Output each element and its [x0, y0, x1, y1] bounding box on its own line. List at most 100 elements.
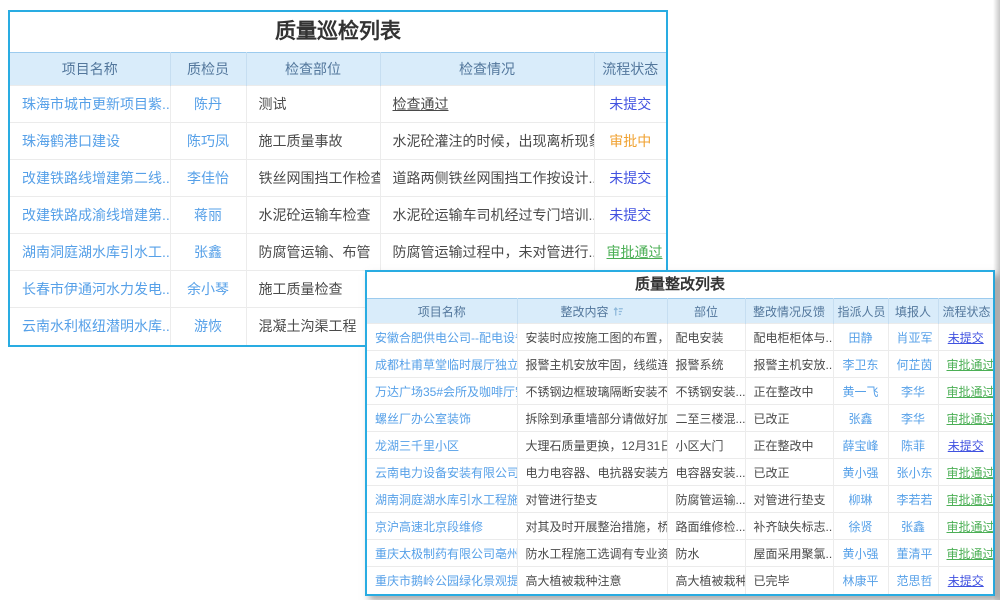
person-link[interactable]: 李卫东 — [842, 358, 878, 372]
cell-part: 不锈钢安装... — [667, 378, 745, 405]
column-header-inspector: 质检员 — [170, 53, 246, 86]
cell-situation: 水泥砼灌注的时候，出现离析现象 — [380, 123, 594, 160]
cell-assignee: 黄一飞 — [833, 378, 888, 405]
cell-project: 湖南洞庭湖水库引水工... — [10, 234, 170, 271]
project-link[interactable]: 长春市伊通河水力发电... — [22, 281, 170, 297]
status-link[interactable]: 审批通过 — [947, 493, 994, 507]
status-link[interactable]: 未提交 — [609, 170, 651, 186]
project-link[interactable]: 云南水利枢纽潜明水库... — [22, 318, 170, 334]
project-link[interactable]: 万达广场35#会所及咖啡厅空... — [375, 385, 517, 399]
project-link[interactable]: 改建铁路成渝线增建第... — [22, 207, 170, 223]
project-link[interactable]: 安徽合肥供电公司--配电设备... — [375, 331, 517, 345]
person-link[interactable]: 陈丹 — [194, 96, 222, 112]
cell-status: 审批通过 — [938, 405, 993, 432]
person-link[interactable]: 李华 — [901, 412, 925, 426]
person-link[interactable]: 游恢 — [194, 318, 222, 334]
person-link[interactable]: 肖亚军 — [897, 331, 933, 345]
cell-text: 对管进行垫支 — [526, 493, 598, 507]
status-link[interactable]: 审批通过 — [947, 412, 994, 426]
column-header-content[interactable]: 整改内容 — [517, 299, 667, 324]
person-link[interactable]: 张鑫 — [901, 520, 925, 534]
person-link[interactable]: 黄小强 — [842, 466, 878, 480]
cell-status: 未提交 — [594, 160, 666, 197]
person-link[interactable]: 黄一飞 — [842, 385, 878, 399]
column-header-label: 检查部位 — [285, 61, 341, 77]
person-link[interactable]: 何芷茵 — [897, 358, 933, 372]
person-link[interactable]: 李华 — [901, 385, 925, 399]
column-header-label: 部位 — [694, 305, 718, 319]
table-row: 重庆市鹅岭公园绿化景观提升...高大植被栽种注意高大植被栽种已完毕林康平范思哲未… — [367, 567, 993, 594]
status-link[interactable]: 未提交 — [609, 207, 651, 223]
person-link[interactable]: 田静 — [848, 331, 872, 345]
project-link[interactable]: 螺丝厂办公室装饰 — [375, 412, 471, 426]
status-link[interactable]: 审批通过 — [947, 547, 994, 561]
cell-status: 未提交 — [938, 567, 993, 594]
status-link[interactable]: 未提交 — [948, 331, 984, 345]
cell-assignee: 黄小强 — [833, 540, 888, 567]
cell-part: 水泥砼运输车检查 — [246, 197, 380, 234]
cell-part: 防腐管运输、布管 — [246, 234, 380, 271]
cell-feedback: 对管进行垫支 — [745, 486, 833, 513]
cell-link[interactable]: 检查通过 — [393, 96, 449, 112]
project-link[interactable]: 云南电力设备安装有限公司20... — [375, 466, 517, 480]
cell-part: 施工质量事故 — [246, 123, 380, 160]
project-link[interactable]: 重庆市鹅岭公园绿化景观提升... — [375, 574, 517, 588]
cell-text: 拆除到承重墙部分请做好加固... — [526, 412, 668, 426]
project-link[interactable]: 珠海市城市更新项目紫... — [22, 96, 170, 112]
project-link[interactable]: 湖南洞庭湖水库引水工程施工I标 — [375, 493, 517, 507]
person-link[interactable]: 李若若 — [897, 493, 933, 507]
person-link[interactable]: 柳琳 — [848, 493, 872, 507]
person-link[interactable]: 张鑫 — [194, 244, 222, 260]
table-row: 安徽合肥供电公司--配电设备...安装时应按施工图的布置，将...配电安装配电柜… — [367, 324, 993, 351]
cell-assignee: 张鑫 — [833, 405, 888, 432]
cell-project: 云南电力设备安装有限公司20... — [367, 459, 517, 486]
cell-text: 对管进行垫支 — [754, 493, 826, 507]
cell-feedback: 已完毕 — [745, 567, 833, 594]
sort-ascending-icon[interactable] — [613, 306, 624, 320]
table-row: 珠海市城市更新项目紫...陈丹测试检查通过未提交 — [10, 86, 666, 123]
person-link[interactable]: 陈巧凤 — [187, 133, 229, 149]
cell-project: 重庆市鹅岭公园绿化景观提升... — [367, 567, 517, 594]
cell-content: 防水工程施工选调有专业资质... — [517, 540, 667, 567]
person-link[interactable]: 张小东 — [897, 466, 933, 480]
cell-content: 高大植被栽种注意 — [517, 567, 667, 594]
project-link[interactable]: 京沪高速北京段维修 — [375, 520, 483, 534]
table-row: 成都杜甫草堂临时展厅独立展...报警主机安放牢固，线缆连接...报警系统报警主机… — [367, 351, 993, 378]
cell-text: 水泥砼灌注的时候，出现离析现象 — [393, 133, 595, 149]
project-link[interactable]: 成都杜甫草堂临时展厅独立展... — [375, 358, 517, 372]
person-link[interactable]: 蒋丽 — [194, 207, 222, 223]
header-row: 项目名称整改内容部位整改情况反馈指派人员填报人流程状态 — [367, 299, 993, 324]
cell-project: 万达广场35#会所及咖啡厅空... — [367, 378, 517, 405]
status-link[interactable]: 审批通过 — [947, 385, 994, 399]
status-link[interactable]: 未提交 — [948, 574, 984, 588]
status-link[interactable]: 未提交 — [948, 439, 984, 453]
cell-text: 电容器安装... — [676, 466, 746, 480]
cell-reporter: 李若若 — [888, 486, 938, 513]
project-link[interactable]: 龙湖三千里小区 — [375, 439, 459, 453]
project-link[interactable]: 珠海鹤港口建设 — [22, 133, 120, 149]
person-link[interactable]: 余小琴 — [187, 281, 229, 297]
person-link[interactable]: 黄小强 — [842, 547, 878, 561]
status-link[interactable]: 审批中 — [609, 133, 651, 149]
project-link[interactable]: 重庆太极制药有限公司亳州中... — [375, 547, 517, 561]
project-link[interactable]: 改建铁路线增建第二线... — [22, 170, 170, 186]
status-link[interactable]: 审批通过 — [947, 520, 994, 534]
column-header-status: 流程状态 — [938, 299, 993, 324]
person-link[interactable]: 范思哲 — [897, 574, 933, 588]
cell-text: 正在整改中 — [754, 385, 814, 399]
cell-status: 未提交 — [594, 197, 666, 234]
status-link[interactable]: 审批通过 — [947, 358, 994, 372]
cell-content: 报警主机安放牢固，线缆连接... — [517, 351, 667, 378]
person-link[interactable]: 徐贤 — [848, 520, 872, 534]
project-link[interactable]: 湖南洞庭湖水库引水工... — [22, 244, 170, 260]
cell-project: 京沪高速北京段维修 — [367, 513, 517, 540]
person-link[interactable]: 陈菲 — [901, 439, 925, 453]
person-link[interactable]: 李佳怡 — [187, 170, 229, 186]
person-link[interactable]: 林康平 — [842, 574, 878, 588]
status-link[interactable]: 审批通过 — [607, 244, 663, 260]
person-link[interactable]: 张鑫 — [848, 412, 872, 426]
person-link[interactable]: 董清平 — [897, 547, 933, 561]
status-link[interactable]: 审批通过 — [947, 466, 994, 480]
person-link[interactable]: 薛宝峰 — [842, 439, 878, 453]
status-link[interactable]: 未提交 — [609, 96, 651, 112]
